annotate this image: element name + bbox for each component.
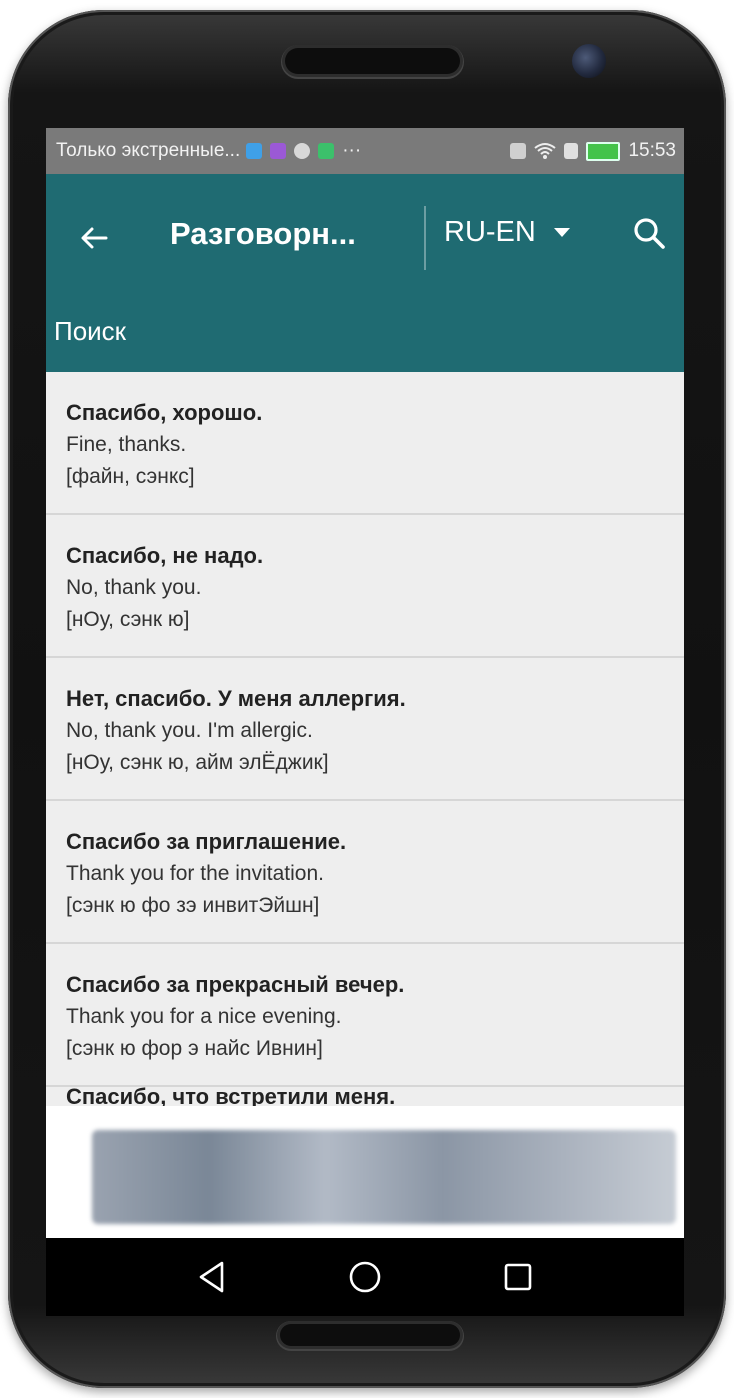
triangle-back-icon xyxy=(200,1261,224,1293)
list-item[interactable]: Спасибо за приглашение. Thank you for th… xyxy=(46,801,684,944)
phrase-transcription: [нОу, сэнк ю] xyxy=(66,608,190,631)
back-button[interactable] xyxy=(72,216,116,260)
phrase-transcription: [сэнк ю фо зэ инвитЭйшн] xyxy=(66,894,320,917)
notification-text: Только экстренные... xyxy=(56,140,241,161)
ad-banner[interactable] xyxy=(46,1106,684,1238)
nav-home-button[interactable] xyxy=(345,1257,385,1297)
language-dropdown[interactable]: RU-EN xyxy=(444,216,570,249)
caret-down-icon xyxy=(553,228,570,237)
phrase-transcription: [нОу, сэнк ю, айм элЁджик] xyxy=(66,751,329,774)
language-value: RU-EN xyxy=(444,216,536,248)
phrase-english: Thank you for the invitation. xyxy=(66,862,324,885)
list-item[interactable]: Спасибо, хорошо. Fine, thanks. [файн, сэ… xyxy=(46,372,684,515)
list-item[interactable]: Нет, спасибо. У меня аллергия. No, thank… xyxy=(46,658,684,801)
arrow-left-icon xyxy=(81,227,108,249)
top-speaker xyxy=(285,48,460,74)
phrase-russian: Спасибо, не надо. xyxy=(66,543,264,568)
android-navbar xyxy=(46,1238,684,1316)
app-notification-icon xyxy=(318,143,335,159)
blurred-ad-image xyxy=(92,1130,676,1224)
search-field[interactable]: Поиск xyxy=(54,316,126,347)
search-button[interactable] xyxy=(630,214,670,254)
phrase-russian: Спасибо за приглашение. xyxy=(66,829,347,854)
phrase-russian: Спасибо за прекрасный вечер. xyxy=(66,972,405,997)
app-toolbar: Разговорн... RU-EN Поиск xyxy=(46,174,684,372)
app-notification-icon xyxy=(270,143,287,159)
app-screen: Только экстренные... ··· 15:53 Разговорн… xyxy=(46,128,684,1238)
front-camera xyxy=(572,44,606,78)
phrase-russian: Нет, спасибо. У меня аллергия. xyxy=(66,686,406,711)
square-recents-icon xyxy=(504,1263,531,1291)
circle-home-icon xyxy=(349,1261,381,1293)
list-item[interactable]: Спасибо за прекрасный вечер. Thank you f… xyxy=(46,944,684,1087)
phrase-list: Спасибо, хорошо. Fine, thanks. [файн, сэ… xyxy=(46,372,684,1087)
phrase-english: Fine, thanks. xyxy=(66,433,187,456)
nfc-icon xyxy=(510,143,527,159)
phone-frame: Только экстренные... ··· 15:53 Разговорн… xyxy=(8,10,726,1388)
toolbar-title: Разговорн... xyxy=(170,216,356,251)
more-icon: ··· xyxy=(342,140,362,161)
status-bar: Только экстренные... ··· 15:53 xyxy=(46,128,684,174)
phrase-russian: Спасибо, хорошо. xyxy=(66,400,263,425)
phrase-transcription: [файн, сэнкс] xyxy=(66,465,195,488)
phrase-transcription: [сэнк ю фор э найс Ивнин] xyxy=(66,1037,323,1060)
clock-time: 15:53 xyxy=(628,140,676,161)
phrase-english: No, thank you. I'm allergic. xyxy=(66,719,313,742)
phrase-english: No, thank you. xyxy=(66,576,202,599)
phrase-english: Thank you for a nice evening. xyxy=(66,1005,342,1028)
phone-sync-icon xyxy=(564,143,579,159)
toolbar-divider xyxy=(424,206,426,270)
shield-icon xyxy=(294,143,311,159)
search-icon xyxy=(634,218,665,249)
notification-icons: ··· xyxy=(246,140,361,162)
bottom-speaker xyxy=(280,1324,460,1346)
nav-recents-button[interactable] xyxy=(498,1257,538,1297)
nav-back-button[interactable] xyxy=(192,1257,232,1297)
list-item[interactable]: Спасибо, не надо. No, thank you. [нОу, с… xyxy=(46,515,684,658)
battery-icon xyxy=(586,141,621,161)
wifi-icon xyxy=(534,143,557,159)
app-notification-icon xyxy=(246,143,263,159)
